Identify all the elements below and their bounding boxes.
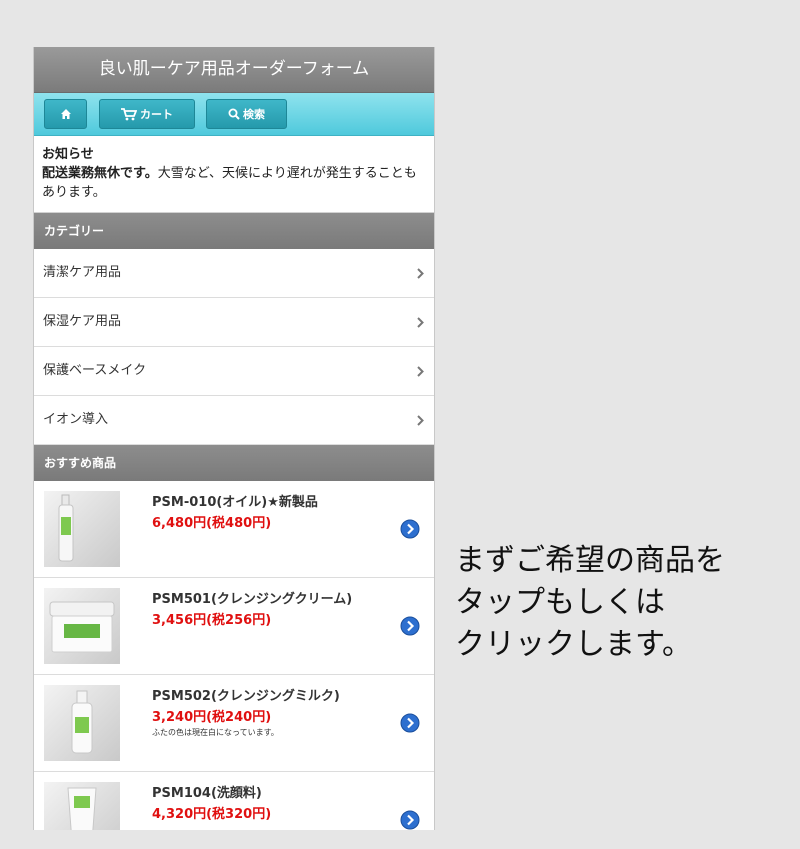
product-image — [44, 782, 120, 830]
home-icon — [60, 109, 71, 119]
product-name: PSM-010(オイル)★新製品 — [152, 495, 318, 510]
arrow-right-circle-icon[interactable] — [400, 810, 420, 830]
nav-bar: カート 検索 — [34, 93, 434, 136]
cart-icon — [121, 107, 137, 120]
app-title: 良い肌ーケア用品オーダーフォーム — [34, 47, 434, 93]
instruction-line: まずご希望の商品を — [455, 543, 725, 578]
search-icon — [228, 108, 240, 120]
arrow-right-circle-icon[interactable] — [400, 519, 420, 539]
product-image — [44, 685, 120, 761]
product-note: ふたの色は現在白になっています。 — [152, 728, 279, 737]
arrow-right-circle-icon[interactable] — [400, 616, 420, 636]
category-item-base-makeup[interactable]: 保護ベースメイク — [34, 347, 434, 396]
product-item[interactable]: PSM104(洗顔料) 4,320円(税320円) — [34, 772, 434, 830]
mobile-screen: 良い肌ーケア用品オーダーフォーム カート 検索 お知らせ 配送業務無休です。大雪… — [33, 47, 435, 830]
notice-box: お知らせ 配送業務無休です。大雪など、天候により遅れが発生することもあります。 — [34, 136, 434, 213]
search-button[interactable]: 検索 — [206, 99, 287, 129]
product-name: PSM502(クレンジングミルク) — [152, 689, 340, 704]
product-name: PSM501(クレンジングクリーム) — [152, 592, 353, 607]
category-label: 清潔ケア用品 — [43, 265, 122, 280]
notice-body: 配送業務無休です。大雪など、天候により遅れが発生することもあります。 — [42, 164, 426, 202]
recommended-header: おすすめ商品 — [34, 445, 434, 481]
instruction-line: クリックします。 — [455, 627, 692, 662]
home-button[interactable] — [44, 99, 87, 129]
chevron-right-icon — [417, 366, 424, 377]
chevron-right-icon — [417, 317, 424, 328]
chevron-right-icon — [417, 415, 424, 426]
instruction-line: タップもしくは — [455, 585, 665, 620]
product-image — [44, 491, 120, 567]
category-label: 保護ベースメイク — [43, 363, 147, 378]
category-label: イオン導入 — [43, 412, 109, 427]
product-price: 6,480円(税480円) — [152, 516, 272, 531]
category-item-ion[interactable]: イオン導入 — [34, 396, 434, 445]
product-item[interactable]: PSM501(クレンジングクリーム) 3,456円(税256円) — [34, 578, 434, 675]
product-image — [44, 588, 120, 664]
notice-strong: 配送業務無休です。 — [42, 166, 158, 181]
product-price: 3,240円(税240円) — [152, 710, 272, 725]
category-item-cleansing[interactable]: 清潔ケア用品 — [34, 249, 434, 298]
product-price: 4,320円(税320円) — [152, 807, 272, 822]
cart-button[interactable]: カート — [99, 99, 195, 129]
chevron-right-icon — [417, 268, 424, 279]
product-name: PSM104(洗顔料) — [152, 786, 262, 801]
product-price: 3,456円(税256円) — [152, 613, 272, 628]
product-item[interactable]: PSM-010(オイル)★新製品 6,480円(税480円) — [34, 481, 434, 578]
notice-title: お知らせ — [42, 147, 94, 162]
category-label: 保湿ケア用品 — [43, 314, 122, 329]
search-label: 検索 — [243, 108, 265, 121]
arrow-right-circle-icon[interactable] — [400, 713, 420, 733]
product-item[interactable]: PSM502(クレンジングミルク) 3,240円(税240円) ふたの色は現在白… — [34, 675, 434, 772]
category-header: カテゴリー — [34, 213, 434, 249]
instruction-text: まずご希望の商品を タップもしくは クリックします。 — [455, 540, 725, 666]
category-item-moisturizing[interactable]: 保湿ケア用品 — [34, 298, 434, 347]
cart-label: カート — [140, 108, 173, 121]
